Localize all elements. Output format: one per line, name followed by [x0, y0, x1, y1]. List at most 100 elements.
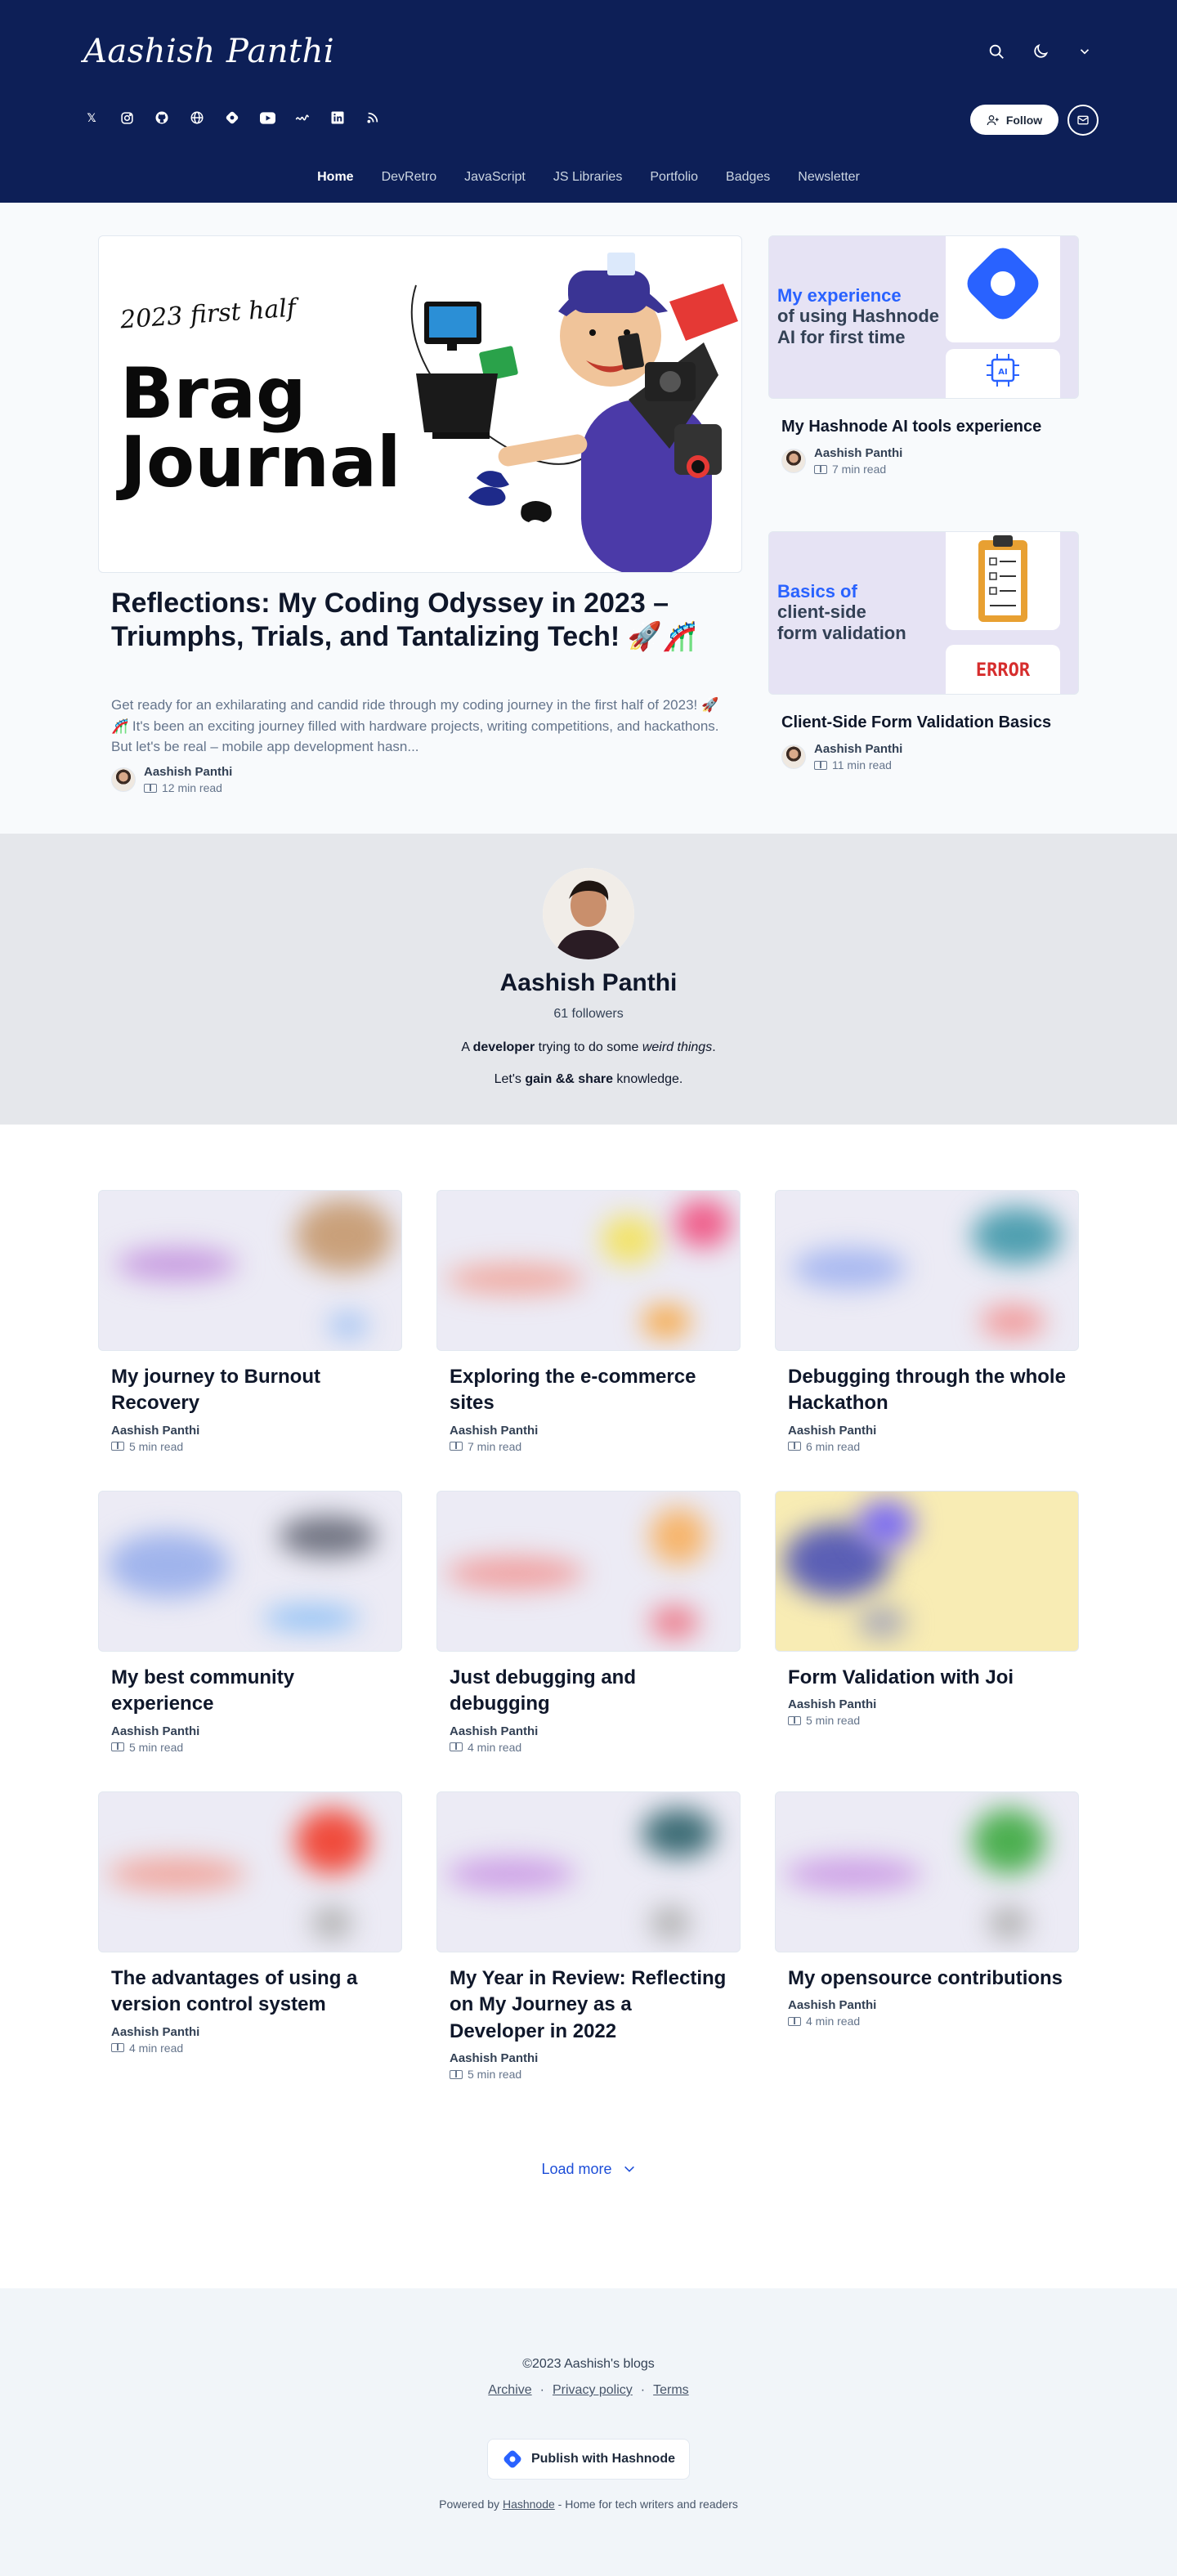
chevron-down-icon: [624, 2166, 634, 2172]
author-name[interactable]: Aashish Panthi: [450, 1724, 727, 1738]
follow-button[interactable]: Follow: [970, 105, 1058, 135]
avatar[interactable]: [781, 745, 806, 769]
author-name[interactable]: Aashish Panthi: [450, 1424, 727, 1438]
footer-link-archive[interactable]: Archive: [488, 2383, 531, 2398]
read-time-label: 5 min read: [468, 2068, 522, 2082]
profile-avatar[interactable]: [543, 868, 634, 959]
cover-title-line2: Journal: [120, 422, 401, 503]
post-cover[interactable]: [436, 1791, 741, 1952]
read-time-label: 4 min read: [129, 2041, 184, 2055]
globe-icon[interactable]: [189, 110, 205, 126]
post-title[interactable]: Exploring the e-commerce sites: [436, 1364, 741, 1417]
footer-link-terms[interactable]: Terms: [653, 2383, 689, 2398]
post-title[interactable]: Debugging through the whole Hackathon: [775, 1364, 1079, 1417]
post-card[interactable]: Debugging through the whole Hackathon Aa…: [775, 1190, 1079, 1453]
post-title[interactable]: Just debugging and debugging: [436, 1665, 741, 1718]
nav-badges[interactable]: Badges: [726, 170, 770, 185]
featured-cover-image[interactable]: 2023 first half Brag Journal: [98, 235, 742, 573]
post-cover[interactable]: [775, 1491, 1079, 1652]
post-title[interactable]: My opensource contributions: [775, 1966, 1079, 1992]
cover-caption-line1: My experience: [777, 285, 902, 306]
post-card[interactable]: My Year in Review: Reflecting on My Jour…: [436, 1791, 741, 2081]
author-name[interactable]: Aashish Panthi: [111, 1424, 389, 1438]
author-name[interactable]: Aashish Panthi: [111, 1724, 389, 1738]
bio-italic: weird things: [642, 1040, 713, 1054]
post-card[interactable]: My opensource contributions Aashish Pant…: [775, 1791, 1079, 2028]
post-title[interactable]: The advantages of using a version contro…: [98, 1966, 402, 2019]
post-card[interactable]: The advantages of using a version contro…: [98, 1791, 402, 2055]
hashnode-icon[interactable]: [224, 110, 240, 126]
nav-devretro[interactable]: DevRetro: [382, 170, 437, 185]
dark-mode-icon[interactable]: [1030, 41, 1051, 62]
post-title[interactable]: Form Validation with Joi: [775, 1665, 1079, 1691]
powered-text: Powered by: [439, 2498, 503, 2511]
instagram-icon[interactable]: [119, 110, 135, 126]
author-name[interactable]: Aashish Panthi: [450, 2051, 727, 2065]
post-title[interactable]: My Year in Review: Reflecting on My Jour…: [436, 1966, 741, 2045]
post-meta: Aashish Panthi 4 min read: [98, 2025, 402, 2055]
post-cover[interactable]: [775, 1190, 1079, 1351]
post-cover[interactable]: [436, 1491, 741, 1652]
follow-label: Follow: [1005, 113, 1043, 127]
post-cover[interactable]: [98, 1791, 402, 1952]
nav-portfolio[interactable]: Portfolio: [650, 170, 698, 185]
search-icon[interactable]: [986, 41, 1007, 62]
nav-home[interactable]: Home: [317, 170, 353, 185]
side-post-card[interactable]: Basics of client-side form validation ER…: [768, 531, 1079, 771]
author-name[interactable]: Aashish Panthi: [814, 446, 902, 460]
bio-line-1: A developer trying to do some weird thin…: [0, 1031, 1177, 1063]
cover-caption-line3: form validation: [777, 622, 906, 643]
clipboard-icon: [946, 532, 1060, 630]
post-card[interactable]: Just debugging and debugging Aashish Pan…: [436, 1491, 741, 1754]
author-name[interactable]: Aashish Panthi: [788, 1998, 1066, 2012]
nav-javascript[interactable]: JavaScript: [464, 170, 526, 185]
post-cover[interactable]: [98, 1491, 402, 1652]
author-name[interactable]: Aashish Panthi: [788, 1697, 1066, 1711]
author-name[interactable]: Aashish Panthi: [111, 2025, 389, 2039]
read-time: 4 min read: [111, 2042, 389, 2055]
post-card[interactable]: Form Validation with Joi Aashish Panthi 5…: [775, 1491, 1079, 1727]
read-time: 12 min read: [144, 781, 232, 794]
post-card[interactable]: Exploring the e-commerce sites Aashish P…: [436, 1190, 741, 1453]
side-post-cover[interactable]: My experience of using Hashnode AI for f…: [768, 235, 1079, 399]
avatar[interactable]: [111, 767, 136, 792]
post-cover[interactable]: [775, 1791, 1079, 1952]
rss-icon[interactable]: [365, 110, 381, 126]
author-name[interactable]: Aashish Panthi: [814, 742, 902, 756]
youtube-icon[interactable]: [259, 110, 275, 126]
nav-js-libraries[interactable]: JS Libraries: [553, 170, 622, 185]
read-time: 6 min read: [788, 1440, 1066, 1453]
author-name[interactable]: Aashish Panthi: [788, 1424, 1066, 1438]
newsletter-button[interactable]: [1067, 105, 1099, 136]
hashnode-link[interactable]: Hashnode: [503, 2498, 555, 2511]
post-card[interactable]: My best community experience Aashish Pan…: [98, 1491, 402, 1754]
read-time-label: 5 min read: [806, 1714, 861, 1728]
side-post-title[interactable]: My Hashnode AI tools experience: [768, 415, 1079, 438]
profile-bio: A developer trying to do some weird thin…: [0, 1031, 1177, 1095]
side-post-title[interactable]: Client-Side Form Validation Basics: [768, 711, 1079, 734]
linkedin-icon[interactable]: [329, 110, 346, 126]
side-post-card[interactable]: My experience of using Hashnode AI for f…: [768, 235, 1079, 476]
author-name[interactable]: Aashish Panthi: [144, 765, 232, 779]
profile-followers[interactable]: 61 followers: [0, 1007, 1177, 1022]
github-icon[interactable]: [154, 110, 170, 126]
post-title[interactable]: My best community experience: [98, 1665, 402, 1718]
side-post-cover[interactable]: Basics of client-side form validation ER…: [768, 531, 1079, 695]
load-more-label: Load more: [541, 2161, 612, 2177]
avatar[interactable]: [781, 449, 806, 473]
publish-with-hashnode-button[interactable]: Publish with Hashnode: [487, 2439, 690, 2480]
load-more-button[interactable]: Load more: [0, 2161, 1177, 2178]
footer-link-privacy[interactable]: Privacy policy: [553, 2383, 633, 2398]
book-icon: [450, 1442, 463, 1451]
dev-icon[interactable]: [294, 110, 311, 126]
blog-brand[interactable]: Aashish Panthi: [83, 33, 334, 70]
nav-newsletter[interactable]: Newsletter: [798, 170, 860, 185]
post-card[interactable]: My journey to Burnout Recovery Aashish P…: [98, 1190, 402, 1453]
featured-post-title[interactable]: Reflections: My Coding Odyssey in 2023 –…: [111, 587, 732, 654]
post-title[interactable]: My journey to Burnout Recovery: [98, 1364, 402, 1417]
x-icon[interactable]: 𝕏: [83, 110, 100, 126]
cover-kicker: 2023 first half: [119, 293, 298, 335]
post-cover[interactable]: [436, 1190, 741, 1351]
post-cover[interactable]: [98, 1190, 402, 1351]
chevron-down-icon[interactable]: [1074, 41, 1095, 62]
